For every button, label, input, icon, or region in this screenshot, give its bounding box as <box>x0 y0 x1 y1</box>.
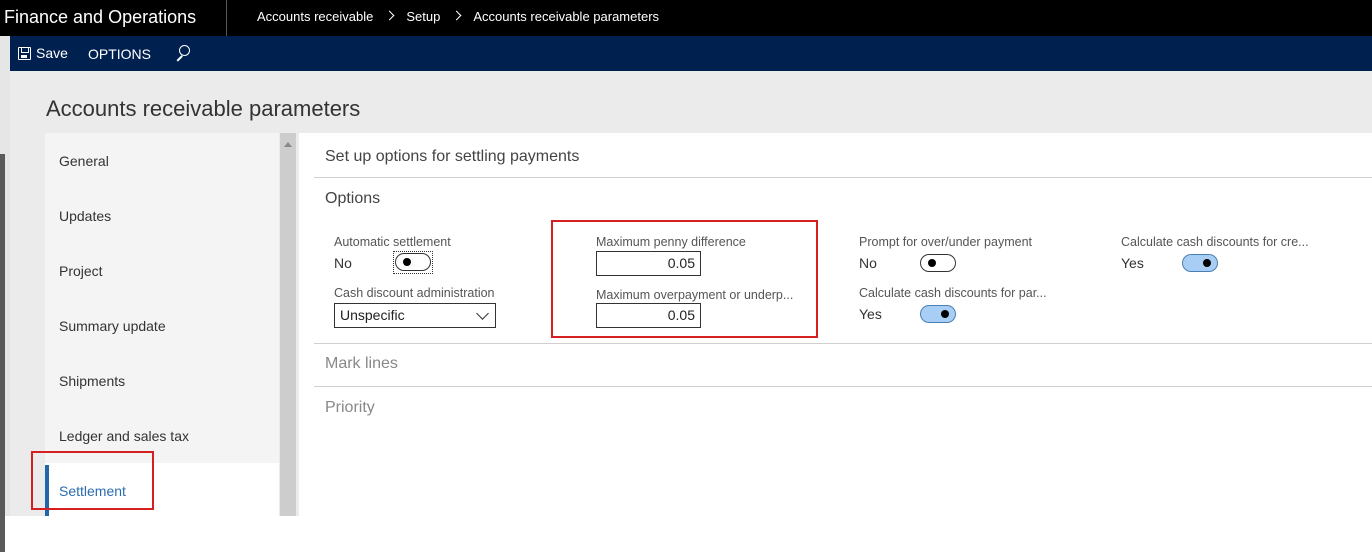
divider <box>314 386 1372 387</box>
nav-item-label: Summary update <box>59 317 166 334</box>
automatic-settlement-value: No <box>334 255 352 271</box>
settlement-content: Set up options for settling payments Opt… <box>299 133 1372 516</box>
app-title[interactable]: Finance and Operations <box>4 5 196 29</box>
cash-discount-admin-label: Cash discount administration <box>334 286 495 300</box>
action-bar: Save OPTIONS <box>10 36 1372 71</box>
left-edge-strip <box>0 36 10 552</box>
nav-scrollbar[interactable] <box>280 133 296 516</box>
options-section-header[interactable]: Options <box>325 190 380 208</box>
nav-item-general[interactable]: General <box>45 133 279 188</box>
page-title: Accounts receivable parameters <box>46 96 361 121</box>
options-button[interactable]: OPTIONS <box>88 46 151 62</box>
cash-discount-admin-select[interactable]: Unspecific <box>334 303 496 328</box>
toggle-knob <box>928 259 936 267</box>
calc-cash-disc-cre-toggle[interactable] <box>1182 254 1218 272</box>
chevron-right-icon <box>451 10 462 21</box>
left-edge-scrollbar <box>0 154 5 552</box>
divider <box>314 343 1372 344</box>
automatic-settlement-toggle[interactable] <box>395 253 431 271</box>
breadcrumb-setup[interactable]: Setup <box>406 9 440 24</box>
highlight-box-penny-fields <box>551 220 818 338</box>
breadcrumb: Accounts receivable Setup Accounts recei… <box>257 9 659 24</box>
top-bar: Finance and Operations Accounts receivab… <box>0 0 1372 36</box>
calc-cash-disc-cre-label: Calculate cash discounts for cre... <box>1121 235 1309 249</box>
toggle-knob <box>941 310 949 318</box>
automatic-settlement-label: Automatic settlement <box>334 235 451 249</box>
breadcrumb-parameters[interactable]: Accounts receivable parameters <box>473 9 659 24</box>
prompt-over-under-label: Prompt for over/under payment <box>859 235 1032 249</box>
priority-section-header[interactable]: Priority <box>325 399 375 417</box>
nav-item-label: Project <box>59 262 103 279</box>
nav-item-updates[interactable]: Updates <box>45 188 279 243</box>
calc-cash-disc-par-value: Yes <box>859 306 882 322</box>
calc-cash-disc-cre-value: Yes <box>1121 255 1144 271</box>
nav-item-summary-update[interactable]: Summary update <box>45 298 279 353</box>
search-button[interactable] <box>174 44 192 62</box>
highlight-box-settlement-nav <box>31 451 154 510</box>
content-heading: Set up options for settling payments <box>325 148 580 165</box>
calc-cash-disc-par-label: Calculate cash discounts for par... <box>859 286 1047 300</box>
breadcrumb-accounts-receivable[interactable]: Accounts receivable <box>257 9 373 24</box>
toggle-knob <box>403 258 411 266</box>
save-button[interactable]: Save <box>18 45 68 61</box>
cash-discount-admin-value: Unspecific <box>340 307 405 323</box>
divider <box>314 177 1372 178</box>
save-icon <box>18 46 31 60</box>
save-label: Save <box>36 45 68 61</box>
nav-item-project[interactable]: Project <box>45 243 279 298</box>
nav-item-label: Shipments <box>59 372 126 389</box>
calc-cash-disc-par-toggle[interactable] <box>920 305 956 323</box>
nav-item-shipments[interactable]: Shipments <box>45 353 279 408</box>
nav-item-label: Updates <box>59 207 112 224</box>
prompt-over-under-value: No <box>859 255 877 271</box>
search-icon-handle <box>176 55 183 62</box>
chevron-down-icon <box>476 307 489 320</box>
nav-item-label: Ledger and sales tax <box>59 427 189 444</box>
scroll-up-icon[interactable] <box>284 142 292 147</box>
mark-lines-section-header[interactable]: Mark lines <box>325 355 398 373</box>
topbar-divider <box>226 0 227 36</box>
toggle-knob <box>1203 259 1211 267</box>
prompt-over-under-toggle[interactable] <box>920 254 956 272</box>
chevron-right-icon <box>384 10 395 21</box>
nav-item-label: General <box>59 152 109 169</box>
